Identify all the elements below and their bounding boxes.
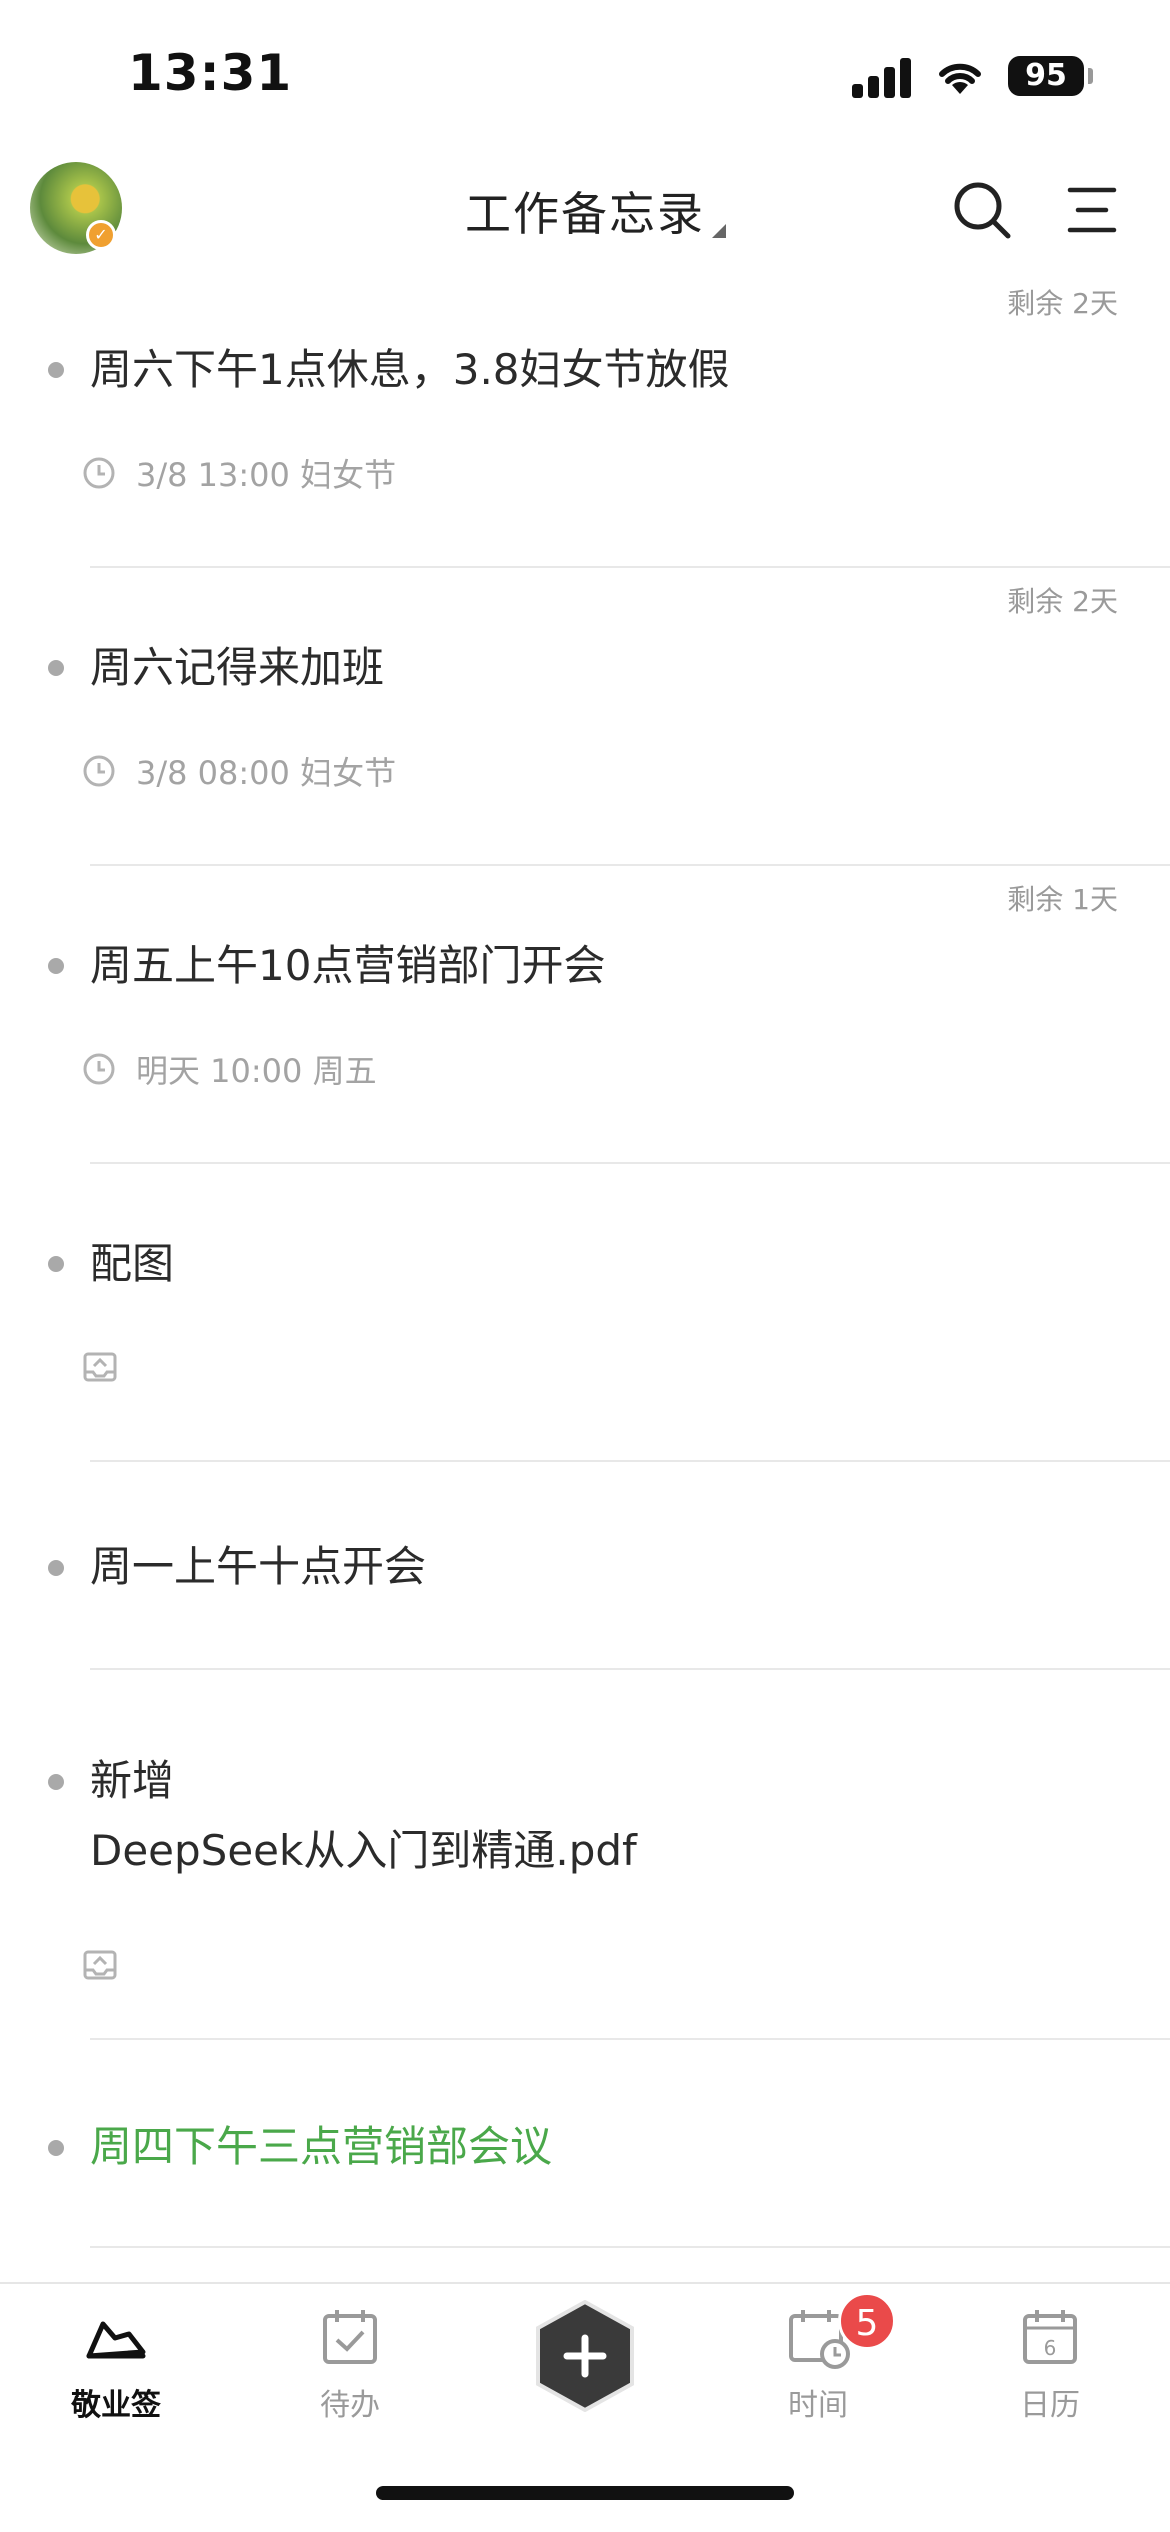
calendar-date-number: 6 xyxy=(1044,2336,1057,2360)
bullet-dot xyxy=(48,1774,64,1790)
note-text: 周六下午1点休息，3.8妇女节放假 xyxy=(90,345,730,394)
note-reminder: 明天 10:00 周五 xyxy=(136,1052,377,1090)
cellular-signal-icon xyxy=(852,56,912,98)
note-meta: 明天 10:00 周五 xyxy=(82,1046,377,1092)
app-logo-icon xyxy=(86,2321,146,2359)
tab-label: 日历 xyxy=(1020,2388,1080,2423)
dropdown-caret-icon[interactable] xyxy=(712,224,726,238)
bullet-dot xyxy=(48,958,64,974)
note-text: 配图 xyxy=(90,1239,175,1288)
note-meta: 3/8 08:00 妇女节 xyxy=(82,748,396,794)
divider xyxy=(90,2246,1170,2248)
list-item[interactable]: 剩余 2天 周六下午1点休息，3.8妇女节放假 3/8 13:00 妇女节 xyxy=(0,270,1170,568)
tab-calendar[interactable]: 6 日历 xyxy=(970,2302,1130,2424)
screen: 13:31 95 ✓ 工作备忘录 剩余 2天 周六下午1点休息，3.8妇女节放假… xyxy=(0,0,1170,2532)
wifi-icon xyxy=(939,63,981,94)
note-meta: 3/8 13:00 妇女节 xyxy=(82,450,396,496)
inbox-tray-icon xyxy=(83,1950,117,1980)
tab-label: 敬业签 xyxy=(71,2388,161,2423)
battery-tip xyxy=(1088,68,1093,84)
note-text-line1: 新增 xyxy=(90,1756,175,1805)
add-note-button[interactable] xyxy=(534,2300,636,2412)
clock-icon xyxy=(83,457,115,489)
note-text: 周四下午三点营销部会议 xyxy=(90,2122,553,2171)
bullet-dot xyxy=(48,2140,64,2156)
status-time: 13:31 xyxy=(128,44,293,102)
note-text: 周一上午十点开会 xyxy=(90,1542,427,1591)
tab-todo[interactable]: 待办 xyxy=(270,2302,430,2424)
clock-icon xyxy=(83,755,115,787)
list-item[interactable]: 剩余 1天 周五上午10点营销部门开会 明天 10:00 周五 xyxy=(0,866,1170,1164)
list-item[interactable]: 剩余 2天 周六记得来加班 3/8 08:00 妇女节 xyxy=(0,568,1170,866)
search-icon[interactable] xyxy=(950,178,1014,242)
bullet-dot xyxy=(48,362,64,378)
bullet-dot xyxy=(48,1560,64,1576)
calendar-date-icon: 6 xyxy=(1023,2310,1077,2364)
list-item[interactable]: 新增 DeepSeek从入门到精通.pdf xyxy=(0,1670,1170,2040)
tab-label: 时间 xyxy=(788,2388,848,2423)
inbox-tray-icon xyxy=(83,1352,117,1382)
remaining-days: 剩余 2天 xyxy=(1007,287,1118,320)
note-reminder: 3/8 08:00 妇女节 xyxy=(136,754,397,792)
battery-level: 95 xyxy=(1008,56,1084,96)
list-item[interactable]: 周四下午三点营销部会议 xyxy=(0,2040,1170,2248)
note-meta xyxy=(82,1350,118,1384)
notes-list: 剩余 2天 周六下午1点休息，3.8妇女节放假 3/8 13:00 妇女节 剩余… xyxy=(0,270,1170,2248)
menu-icon[interactable] xyxy=(1066,182,1118,238)
app-header: ✓ 工作备忘录 xyxy=(0,150,1170,270)
tab-label: 待办 xyxy=(320,2388,380,2423)
note-text: 周六记得来加班 xyxy=(90,643,385,692)
remaining-days: 剩余 2天 xyxy=(1007,585,1118,618)
note-reminder: 3/8 13:00 妇女节 xyxy=(136,456,397,494)
note-text: 周五上午10点营销部门开会 xyxy=(90,941,606,990)
note-meta xyxy=(82,1948,118,1982)
home-indicator[interactable] xyxy=(376,2486,794,2500)
clock-icon xyxy=(83,1053,115,1085)
notification-badge: 5 xyxy=(838,2292,896,2350)
list-item[interactable]: 配图 xyxy=(0,1164,1170,1462)
status-bar: 13:31 95 xyxy=(0,0,1170,150)
list-item[interactable]: 周一上午十点开会 xyxy=(0,1462,1170,1670)
bullet-dot xyxy=(48,660,64,676)
tab-jingyeqian[interactable]: 敬业签 xyxy=(36,2302,196,2424)
note-text-line2: DeepSeek从入门到精通.pdf xyxy=(90,1826,637,1875)
bullet-dot xyxy=(48,1256,64,1272)
remaining-days: 剩余 1天 xyxy=(1007,883,1118,916)
calendar-check-icon xyxy=(323,2310,377,2364)
